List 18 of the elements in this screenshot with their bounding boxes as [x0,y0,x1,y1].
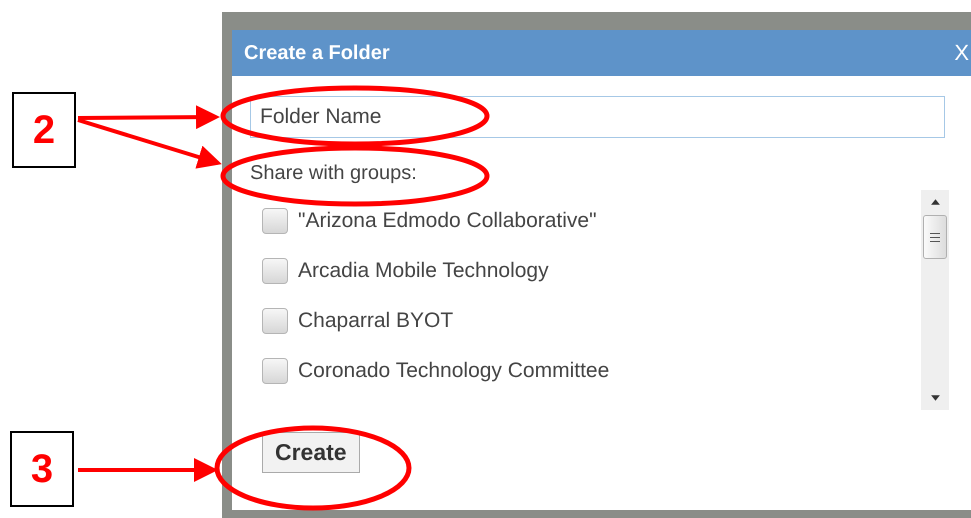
dialog-title: Create a Folder [244,42,390,64]
create-button[interactable]: Create [262,432,360,473]
group-checkbox[interactable] [262,308,288,334]
share-groups-label: Share with groups: [250,162,418,186]
scroll-thumb[interactable] [923,215,947,259]
folder-name-field[interactable]: Folder Name [250,96,945,138]
group-checkbox[interactable] [262,208,288,234]
group-name: Chaparral BYOT [298,309,454,333]
group-name: Arcadia Mobile Technology [298,259,549,283]
group-name: Coronado Technology Committee [298,359,610,383]
callout-number: 3 [10,431,74,507]
callout-number: 2 [12,92,76,168]
group-name: "Arizona Edmodo Collaborative" [298,209,597,233]
group-checkbox[interactable] [262,358,288,384]
scroll-down-icon[interactable] [930,395,940,402]
group-checkbox[interactable] [262,258,288,284]
scrollbar[interactable] [921,190,949,410]
scroll-up-icon[interactable] [930,198,940,205]
